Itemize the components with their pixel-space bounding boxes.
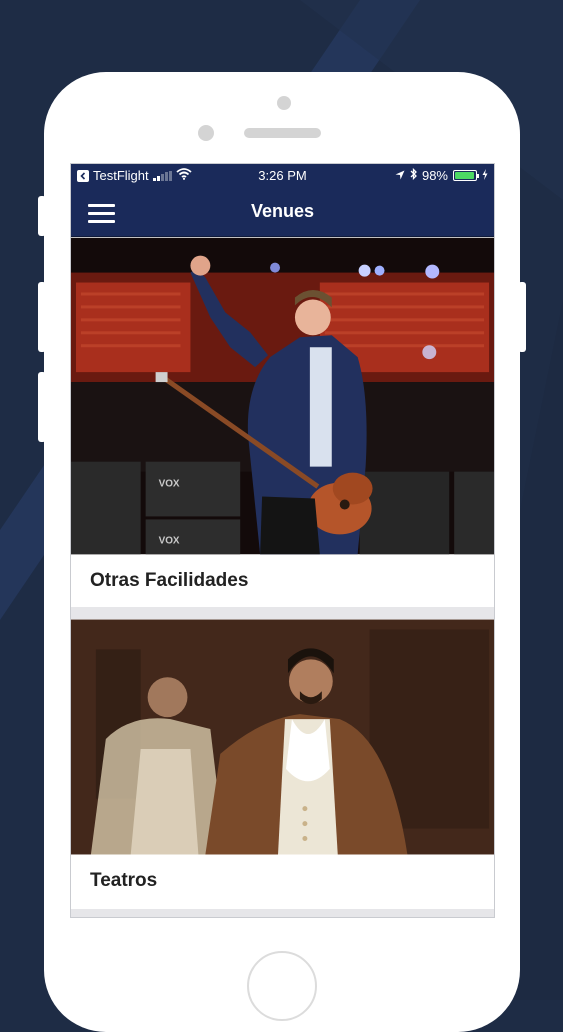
earpiece-speaker bbox=[244, 128, 321, 138]
status-bar: TestFlight 3:26 PM 98% bbox=[71, 164, 494, 188]
bluetooth-icon bbox=[410, 167, 417, 183]
status-right: 98% bbox=[395, 167, 488, 183]
app-screen: TestFlight 3:26 PM 98% Venues VOX VOX Ot… bbox=[70, 163, 495, 918]
venue-card-teatros[interactable]: Teatros bbox=[71, 619, 494, 909]
charging-icon bbox=[482, 168, 488, 183]
concert-performer-photo: VOX VOX bbox=[71, 237, 494, 555]
venue-label[interactable]: Otras Facilidades bbox=[71, 555, 494, 607]
svg-text:VOX: VOX bbox=[159, 479, 180, 490]
volume-down-button bbox=[38, 372, 46, 442]
home-button[interactable] bbox=[247, 951, 317, 1021]
volume-up-button bbox=[38, 282, 46, 352]
theater-actor-photo bbox=[71, 619, 494, 855]
battery-icon bbox=[453, 170, 479, 181]
front-camera bbox=[277, 96, 291, 110]
navigation-bar: Venues bbox=[71, 188, 494, 237]
venue-label[interactable]: Teatros bbox=[71, 855, 494, 907]
power-button bbox=[518, 282, 526, 352]
proximity-sensor bbox=[198, 125, 214, 141]
battery-percent: 98% bbox=[421, 168, 448, 183]
location-arrow-icon bbox=[395, 168, 405, 183]
svg-text:VOX: VOX bbox=[159, 535, 180, 546]
page-title: Venues bbox=[250, 201, 315, 221]
venue-card-otras-facilidades[interactable]: VOX VOX Otras Facilidades bbox=[71, 237, 494, 607]
venue-list: VOX VOX Otras Facilidades Teatros bbox=[71, 237, 494, 917]
mute-switch bbox=[38, 196, 46, 236]
